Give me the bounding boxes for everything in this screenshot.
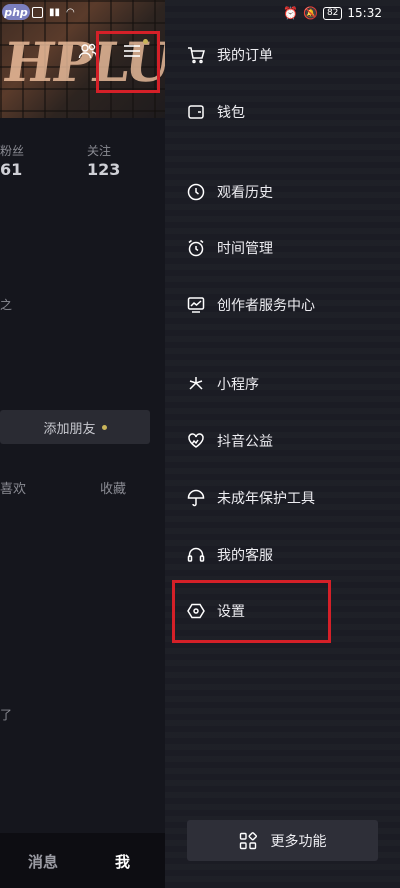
- menu-item-label: 未成年保护工具: [217, 491, 315, 507]
- battery-icon: 82: [322, 6, 343, 20]
- profile-text-fragment: 了: [0, 708, 13, 722]
- profile-text-fragment: 之: [0, 298, 13, 312]
- stat-value: 123: [87, 160, 121, 179]
- tab-favorites[interactable]: 收藏: [100, 478, 126, 497]
- nav-messages[interactable]: 消息: [28, 851, 58, 872]
- stat-label: 粉丝: [0, 144, 25, 158]
- umbrella-icon: [187, 489, 205, 507]
- menu-item-label: 钱包: [217, 105, 245, 121]
- menu-item-customer-service[interactable]: 我的客服: [187, 543, 273, 567]
- highlight-box-settings: [172, 580, 331, 643]
- menu-item-watch-history[interactable]: 观看历史: [187, 180, 273, 204]
- wifi-icon: ◠: [66, 7, 75, 18]
- add-friend-label: 添加朋友: [43, 421, 96, 437]
- notification-dot: [101, 424, 107, 430]
- mute-icon: 🔕: [303, 6, 318, 20]
- heart-hands-icon: [188, 433, 204, 448]
- menu-item-label: 小程序: [217, 377, 259, 393]
- left-status-icons: ▮▮ ◠: [32, 7, 75, 18]
- stat-value: 61: [0, 160, 23, 179]
- menu-item-creator-center[interactable]: 创作者服务中心: [187, 293, 315, 317]
- clock-icon: [187, 183, 205, 201]
- menu-item-charity[interactable]: 抖音公益: [187, 429, 273, 453]
- profile-page-background[interactable]: HPLU php ▮▮ ◠ 粉丝 61 关注 123 之 添加朋友 喜欢 收藏 …: [0, 0, 165, 888]
- menu-item-label: 时间管理: [217, 241, 273, 257]
- menu-item-label: 我的订单: [217, 48, 273, 64]
- status-bar-right: ⏰ 🔕 82 15:32: [283, 6, 382, 20]
- chart-icon: [187, 297, 205, 313]
- friends-icon[interactable]: [78, 42, 98, 60]
- screen: HPLU php ▮▮ ◠ 粉丝 61 关注 123 之 添加朋友 喜欢 收藏 …: [0, 0, 400, 888]
- more-features-label: 更多功能: [270, 833, 327, 850]
- php-logo: php: [2, 4, 30, 20]
- cart-icon: [188, 47, 205, 64]
- headset-icon: [187, 547, 205, 562]
- tab-likes[interactable]: 喜欢: [0, 478, 26, 497]
- more-features-button[interactable]: 更多功能: [187, 820, 378, 861]
- wallet-icon: [188, 105, 204, 119]
- menu-item-label: 观看历史: [217, 185, 273, 201]
- menu-item-mini-programs[interactable]: 小程序: [187, 372, 259, 396]
- menu-item-orders[interactable]: 我的订单: [187, 43, 273, 67]
- alarm-clock-icon: [188, 239, 204, 257]
- stat-label: 关注: [87, 144, 112, 158]
- signal-icon: ▮▮: [49, 7, 61, 18]
- menu-item-label: 创作者服务中心: [217, 298, 315, 314]
- bottom-nav: 消息 我: [0, 833, 165, 888]
- menu-item-label: 我的客服: [217, 548, 273, 564]
- menu-item-label: 抖音公益: [217, 434, 273, 450]
- alarm-icon: ⏰: [283, 6, 298, 20]
- app-notification-icon: [32, 7, 43, 18]
- asterisk-icon: [189, 377, 203, 390]
- menu-item-time-management[interactable]: 时间管理: [187, 236, 273, 260]
- add-friend-button[interactable]: 添加朋友: [0, 410, 150, 444]
- nav-me[interactable]: 我: [115, 851, 130, 872]
- clock-time: 15:32: [347, 6, 382, 20]
- grid-icon: [239, 831, 257, 849]
- menu-item-minor-protection[interactable]: 未成年保护工具: [187, 486, 315, 510]
- menu-item-wallet[interactable]: 钱包: [187, 100, 245, 124]
- highlight-box-menu: [96, 31, 160, 93]
